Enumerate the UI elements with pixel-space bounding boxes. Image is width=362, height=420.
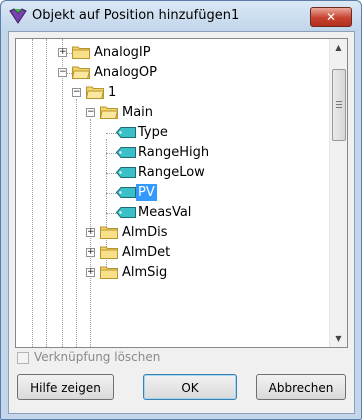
ok-button[interactable]: OK (143, 374, 237, 400)
title-bar[interactable]: Objekt auf Position hinzufügen1 ✕ (1, 1, 361, 31)
node-label: AnalogOP (94, 65, 157, 80)
node-label: MeasVal (138, 205, 192, 220)
dialog-window: Objekt auf Position hinzufügen1 ✕ + Anal… (0, 0, 362, 420)
expand-icon[interactable]: + (86, 228, 95, 237)
node-label: Main (122, 105, 154, 120)
tree-node-type[interactable]: Type (16, 123, 326, 143)
tree-connector (106, 213, 116, 214)
folder-icon (100, 246, 118, 259)
tree-connector (106, 193, 116, 194)
tree-node-almdis[interactable]: + AlmDis (16, 223, 326, 243)
tree-node-pv[interactable]: PV (16, 183, 326, 203)
help-button[interactable]: Hilfe zeigen (17, 374, 114, 400)
node-label: Type (138, 125, 168, 140)
tag-icon (116, 127, 136, 138)
node-label: AlmDis (122, 225, 168, 240)
node-label: RangeHigh (138, 145, 210, 160)
expand-icon[interactable]: + (86, 268, 95, 277)
tree-connector (106, 153, 116, 154)
folder-icon (100, 266, 118, 279)
tree-node-measval[interactable]: MeasVal (16, 203, 326, 223)
expand-icon[interactable]: + (86, 248, 95, 257)
close-button[interactable]: ✕ (310, 7, 352, 27)
dialog-client-area: + AnalogIP − AnalogOP − 1 − Main Type Ra… (8, 31, 355, 414)
collapse-icon[interactable]: − (58, 68, 67, 77)
tree-node-1[interactable]: − 1 (16, 83, 326, 103)
node-label: AlmDet (122, 245, 171, 260)
tree-node-rangelow[interactable]: RangeLow (16, 163, 326, 183)
tree-connector (106, 133, 116, 134)
tag-icon (116, 147, 136, 158)
delete-link-label: Verknüpfung löschen (34, 350, 161, 364)
folder-open-icon (100, 106, 118, 119)
expand-icon[interactable]: + (58, 48, 67, 57)
window-title: Objekt auf Position hinzufügen1 (32, 8, 240, 23)
tree-node-almsig[interactable]: + AlmSig (16, 263, 326, 283)
folder-open-icon (72, 66, 90, 79)
tree-node-analogip[interactable]: + AnalogIP (16, 43, 326, 63)
vertical-scrollbar[interactable]: ▲ ▼ (329, 39, 347, 347)
object-tree[interactable]: + AnalogIP − AnalogOP − 1 − Main Type Ra… (15, 38, 348, 348)
grip-line (336, 101, 342, 102)
node-label: 1 (108, 85, 117, 100)
collapse-icon[interactable]: − (72, 88, 81, 97)
node-label: AlmSig (122, 265, 168, 280)
folder-open-icon (86, 86, 104, 99)
folder-icon (100, 226, 118, 239)
grip-line (336, 104, 342, 105)
cancel-button[interactable]: Abbrechen (256, 374, 346, 400)
node-label: AnalogIP (94, 45, 151, 60)
tag-icon (116, 207, 136, 218)
tree-node-analogop[interactable]: − AnalogOP (16, 63, 326, 83)
tag-icon (116, 167, 136, 178)
scrollbar-thumb[interactable] (332, 69, 346, 141)
scroll-up-arrow-icon[interactable]: ▲ (330, 39, 347, 56)
scroll-down-arrow-icon[interactable]: ▼ (330, 330, 347, 347)
app-shield-icon (9, 8, 27, 24)
tree-node-rangehigh[interactable]: RangeHigh (16, 143, 326, 163)
collapse-icon[interactable]: − (86, 108, 95, 117)
tree-node-main[interactable]: − Main (16, 103, 326, 123)
node-label: RangeLow (138, 165, 205, 180)
tree-connector (106, 173, 116, 174)
folder-icon (72, 46, 90, 59)
node-label-selected: PV (136, 184, 157, 201)
grip-line (336, 107, 342, 108)
tag-icon (116, 187, 136, 198)
delete-link-checkbox[interactable] (17, 352, 29, 364)
tree-node-almdet[interactable]: + AlmDet (16, 243, 326, 263)
